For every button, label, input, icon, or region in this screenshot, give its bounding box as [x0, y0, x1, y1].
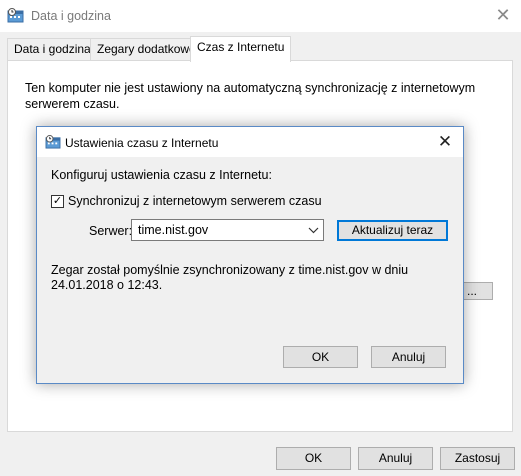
- server-dropdown[interactable]: time.nist.gov: [131, 219, 324, 241]
- sync-checkbox[interactable]: ✓: [51, 195, 64, 208]
- update-now-button[interactable]: Aktualizuj teraz: [337, 220, 448, 241]
- dialog-title: Ustawienia czasu z Internetu: [65, 136, 219, 150]
- change-settings-button[interactable]: ...: [463, 282, 493, 300]
- close-icon[interactable]: ✕: [491, 2, 515, 28]
- server-value: time.nist.gov: [138, 223, 209, 237]
- clock-calendar-icon: [7, 8, 24, 23]
- window-title: Data i godzina: [31, 9, 111, 23]
- cancel-button[interactable]: Anuluj: [358, 447, 433, 470]
- tab-internet-time[interactable]: Czas z Internetu: [190, 36, 292, 62]
- window-titlebar: Data i godzina ✕: [0, 0, 521, 32]
- dialog-ok-button[interactable]: OK: [283, 346, 358, 368]
- internet-time-settings-dialog: Ustawienia czasu z Internetu ✕ Konfiguru…: [36, 126, 464, 384]
- dialog-cancel-button[interactable]: Anuluj: [371, 346, 446, 368]
- tab-additional-clocks[interactable]: Zegary dodatkowe: [90, 38, 203, 61]
- chevron-down-icon[interactable]: [308, 221, 319, 242]
- clock-calendar-icon: [45, 135, 61, 149]
- sync-status-text: Ten komputer nie jest ustawiony na autom…: [25, 81, 476, 111]
- dialog-titlebar: Ustawienia czasu z Internetu ✕: [37, 127, 463, 157]
- ok-button[interactable]: OK: [276, 447, 351, 470]
- dialog-heading: Konfiguruj ustawienia czasu z Internetu:: [51, 168, 272, 182]
- sync-checkbox-label[interactable]: Synchronizuj z internetowym serwerem cza…: [68, 194, 322, 208]
- sync-result-text: Zegar został pomyślnie zsynchronizowany …: [51, 263, 409, 292]
- server-label: Serwer:: [89, 224, 133, 238]
- tab-date-time[interactable]: Data i godzina: [7, 38, 98, 61]
- apply-button[interactable]: Zastosuj: [440, 447, 515, 470]
- close-icon[interactable]: ✕: [433, 129, 457, 155]
